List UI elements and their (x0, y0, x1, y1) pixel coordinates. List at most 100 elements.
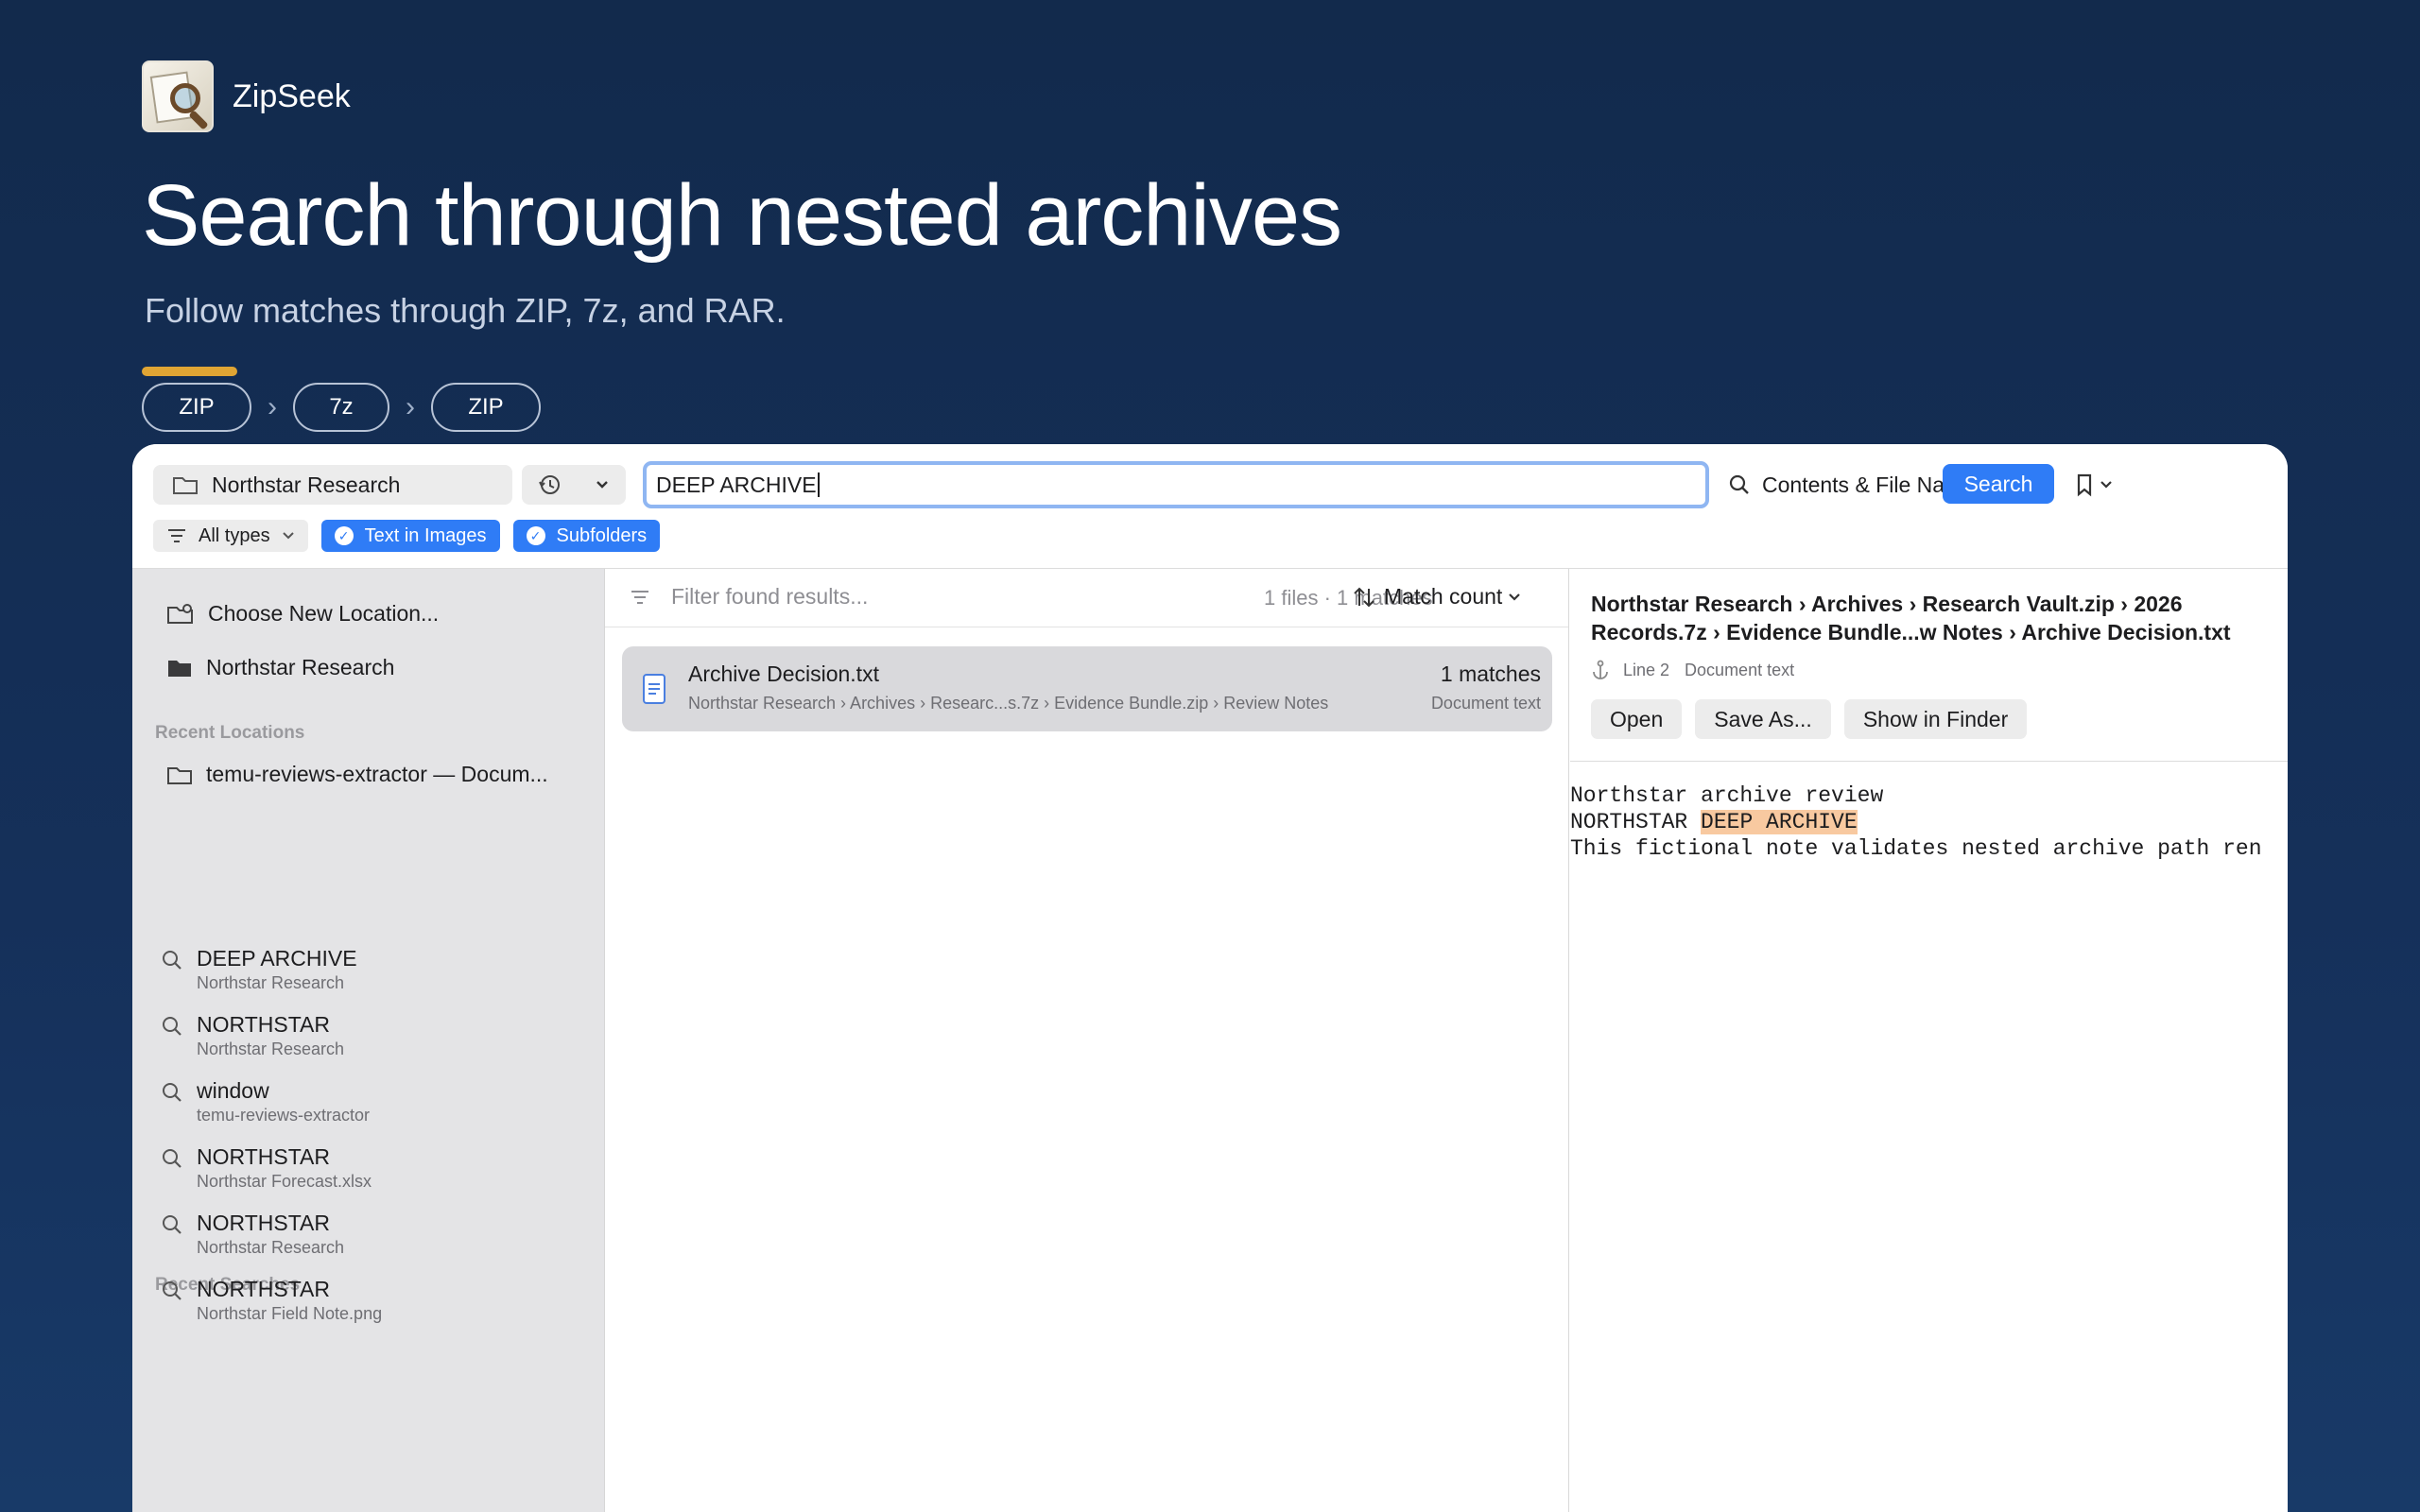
preview-line-number: Line 2 (1623, 660, 1670, 679)
folder-badge-icon (167, 603, 193, 624)
sort-arrows-icon (1354, 587, 1374, 607)
type-filter-dropdown[interactable]: All types (153, 520, 308, 552)
app-window: Northstar Research DEEP ARCHIVE Contents… (132, 444, 2288, 1512)
recent-search-text: DEEP ARCHIVE Northstar Research (197, 945, 357, 994)
search-icon (163, 951, 182, 970)
recent-search-item[interactable]: window temu-reviews-extractor (161, 1077, 370, 1126)
sort-dropdown[interactable]: Match count (1352, 584, 1521, 610)
recent-search-query: window (197, 1078, 269, 1103)
match-highlight: DEEP ARCHIVE (1701, 810, 1858, 834)
recent-search-query: DEEP ARCHIVE (197, 946, 357, 971)
recent-search-item[interactable]: DEEP ARCHIVE Northstar Research (161, 945, 357, 994)
recent-search-text: NORTHSTAR Northstar Research (197, 1210, 344, 1259)
folder-icon (173, 477, 198, 494)
app-name: ZipSeek (233, 77, 351, 114)
chevron-down-icon (2100, 481, 2112, 489)
choose-location-label: Choose New Location... (208, 601, 440, 626)
recent-location-item[interactable]: temu-reviews-extractor — Docum... (166, 762, 548, 787)
result-match-count: 1 matches (1440, 662, 1541, 686)
recent-search-text: NORTHSTAR Northstar Forecast.xlsx (197, 1143, 372, 1193)
document-icon (643, 674, 666, 704)
search-input[interactable]: DEEP ARCHIVE (643, 461, 1709, 508)
preview-actions: Open Save As... Show in Finder (1591, 699, 2040, 739)
recent-search-location: Northstar Field Note.png (197, 1304, 383, 1323)
search-button[interactable]: Search (1943, 464, 2054, 504)
search-icon (163, 1017, 182, 1036)
chevron-right-icon: › (406, 391, 415, 422)
search-icon (163, 1083, 182, 1102)
archive-chip-7z: 7z (293, 383, 389, 432)
bookmark-icon (2077, 473, 2092, 497)
search-icon (163, 1215, 182, 1234)
recent-search-item[interactable]: NORTHSTAR Northstar Research (161, 1210, 344, 1259)
history-icon (539, 475, 560, 494)
filter-lines-icon (631, 590, 648, 604)
chevron-down-icon (596, 481, 608, 489)
type-filter-label: All types (199, 524, 270, 546)
open-button[interactable]: Open (1591, 699, 1683, 739)
results-pane: Filter found results... 1 files · 1 matc… (605, 569, 1569, 1512)
search-icon (163, 1149, 182, 1168)
recent-search-location: Northstar Research (197, 1040, 345, 1058)
folder-icon (167, 766, 192, 784)
preview-pane: Northstar Research › Archives › Research… (1570, 569, 2288, 1512)
search-icon (163, 1281, 182, 1300)
filter-row: All types ✓ Text in Images ✓ Subfolders (153, 520, 673, 552)
recent-search-location: Northstar Research (197, 973, 345, 992)
result-kind: Document text (1430, 694, 1541, 713)
subfolders-toggle[interactable]: ✓ Subfolders (512, 520, 661, 552)
folder-filled-icon (168, 660, 191, 677)
chevron-down-icon (1509, 593, 1521, 601)
archive-chip-zip-inner: ZIP (431, 383, 541, 432)
text-in-images-label: Text in Images (364, 524, 487, 546)
show-in-finder-button[interactable]: Show in Finder (1843, 699, 2028, 739)
checkmark-icon: ✓ (334, 526, 354, 545)
filter-lines-icon (168, 529, 185, 542)
location-label: Northstar Research (212, 472, 401, 497)
location-selector[interactable]: Northstar Research (153, 465, 512, 505)
save-as-button[interactable]: Save As... (1695, 699, 1831, 739)
archive-chip-zip: ZIP (142, 383, 251, 432)
recent-search-query: NORTHSTAR (197, 1012, 330, 1037)
preview-line-2: NORTHSTAR DEEP ARCHIVE (1570, 809, 2288, 835)
sidebar: Choose New Location... Northstar Researc… (132, 569, 605, 1512)
current-location-label: Northstar Research (206, 655, 395, 679)
result-row[interactable]: Archive Decision.txt Northstar Research … (622, 646, 1552, 731)
recent-locations-header: Recent Locations (155, 723, 305, 743)
recent-search-item[interactable]: NORTHSTAR Northstar Forecast.xlsx (161, 1143, 372, 1193)
recent-search-text: NORTHSTAR Northstar Research (197, 1011, 344, 1060)
anchor-icon (1593, 660, 1608, 679)
recent-search-text: NORTHSTAR Northstar Field Note.png (197, 1276, 382, 1325)
hero-subtitle: Follow matches through ZIP, 7z, and RAR. (145, 291, 786, 330)
recent-search-location: Northstar Research (197, 1238, 345, 1257)
text-caret (817, 472, 820, 497)
app-badge: ZipSeek (142, 60, 351, 132)
subfolders-label: Subfolders (556, 524, 648, 546)
search-icon (1729, 474, 1749, 494)
results-filter-placeholder: Filter found results... (671, 584, 869, 609)
preview-line-1: Northstar archive review (1570, 783, 1884, 808)
recent-location-label: temu-reviews-extractor — Docum... (206, 762, 548, 786)
preview-text[interactable]: Northstar archive review NORTHSTAR DEEP A… (1570, 782, 2288, 862)
chevron-right-icon: › (268, 391, 277, 422)
archive-chain: ZIP › 7z › ZIP (142, 383, 541, 432)
preview-line-3: This fictional note validates nested arc… (1570, 836, 2262, 861)
sidebar-item-current-location[interactable]: Northstar Research (166, 655, 394, 680)
search-history-button[interactable] (522, 465, 626, 505)
recent-search-location: temu-reviews-extractor (197, 1106, 371, 1125)
toolbar: Northstar Research DEEP ARCHIVE Contents… (132, 444, 2288, 569)
result-file-path: Northstar Research › Archives › Researc.… (688, 694, 1329, 713)
recent-search-item[interactable]: NORTHSTAR Northstar Field Note.png (161, 1276, 382, 1325)
text-in-images-toggle[interactable]: ✓ Text in Images (320, 520, 500, 552)
results-header: Filter found results... 1 files · 1 matc… (605, 569, 1568, 627)
preview-line-2-prefix: NORTHSTAR (1570, 810, 1702, 834)
hero-title: Search through nested archives (142, 167, 1342, 264)
bookmark-menu-button[interactable] (2075, 465, 2113, 505)
preview-meta: Line 2 Document text (1591, 660, 1794, 680)
chevron-down-icon (282, 532, 294, 540)
choose-location-item[interactable]: Choose New Location... (166, 601, 439, 627)
results-filter-input[interactable]: Filter found results... (630, 584, 868, 610)
recent-search-item[interactable]: NORTHSTAR Northstar Research (161, 1011, 344, 1060)
divider (1570, 761, 2288, 762)
recent-search-location: Northstar Forecast.xlsx (197, 1172, 372, 1191)
